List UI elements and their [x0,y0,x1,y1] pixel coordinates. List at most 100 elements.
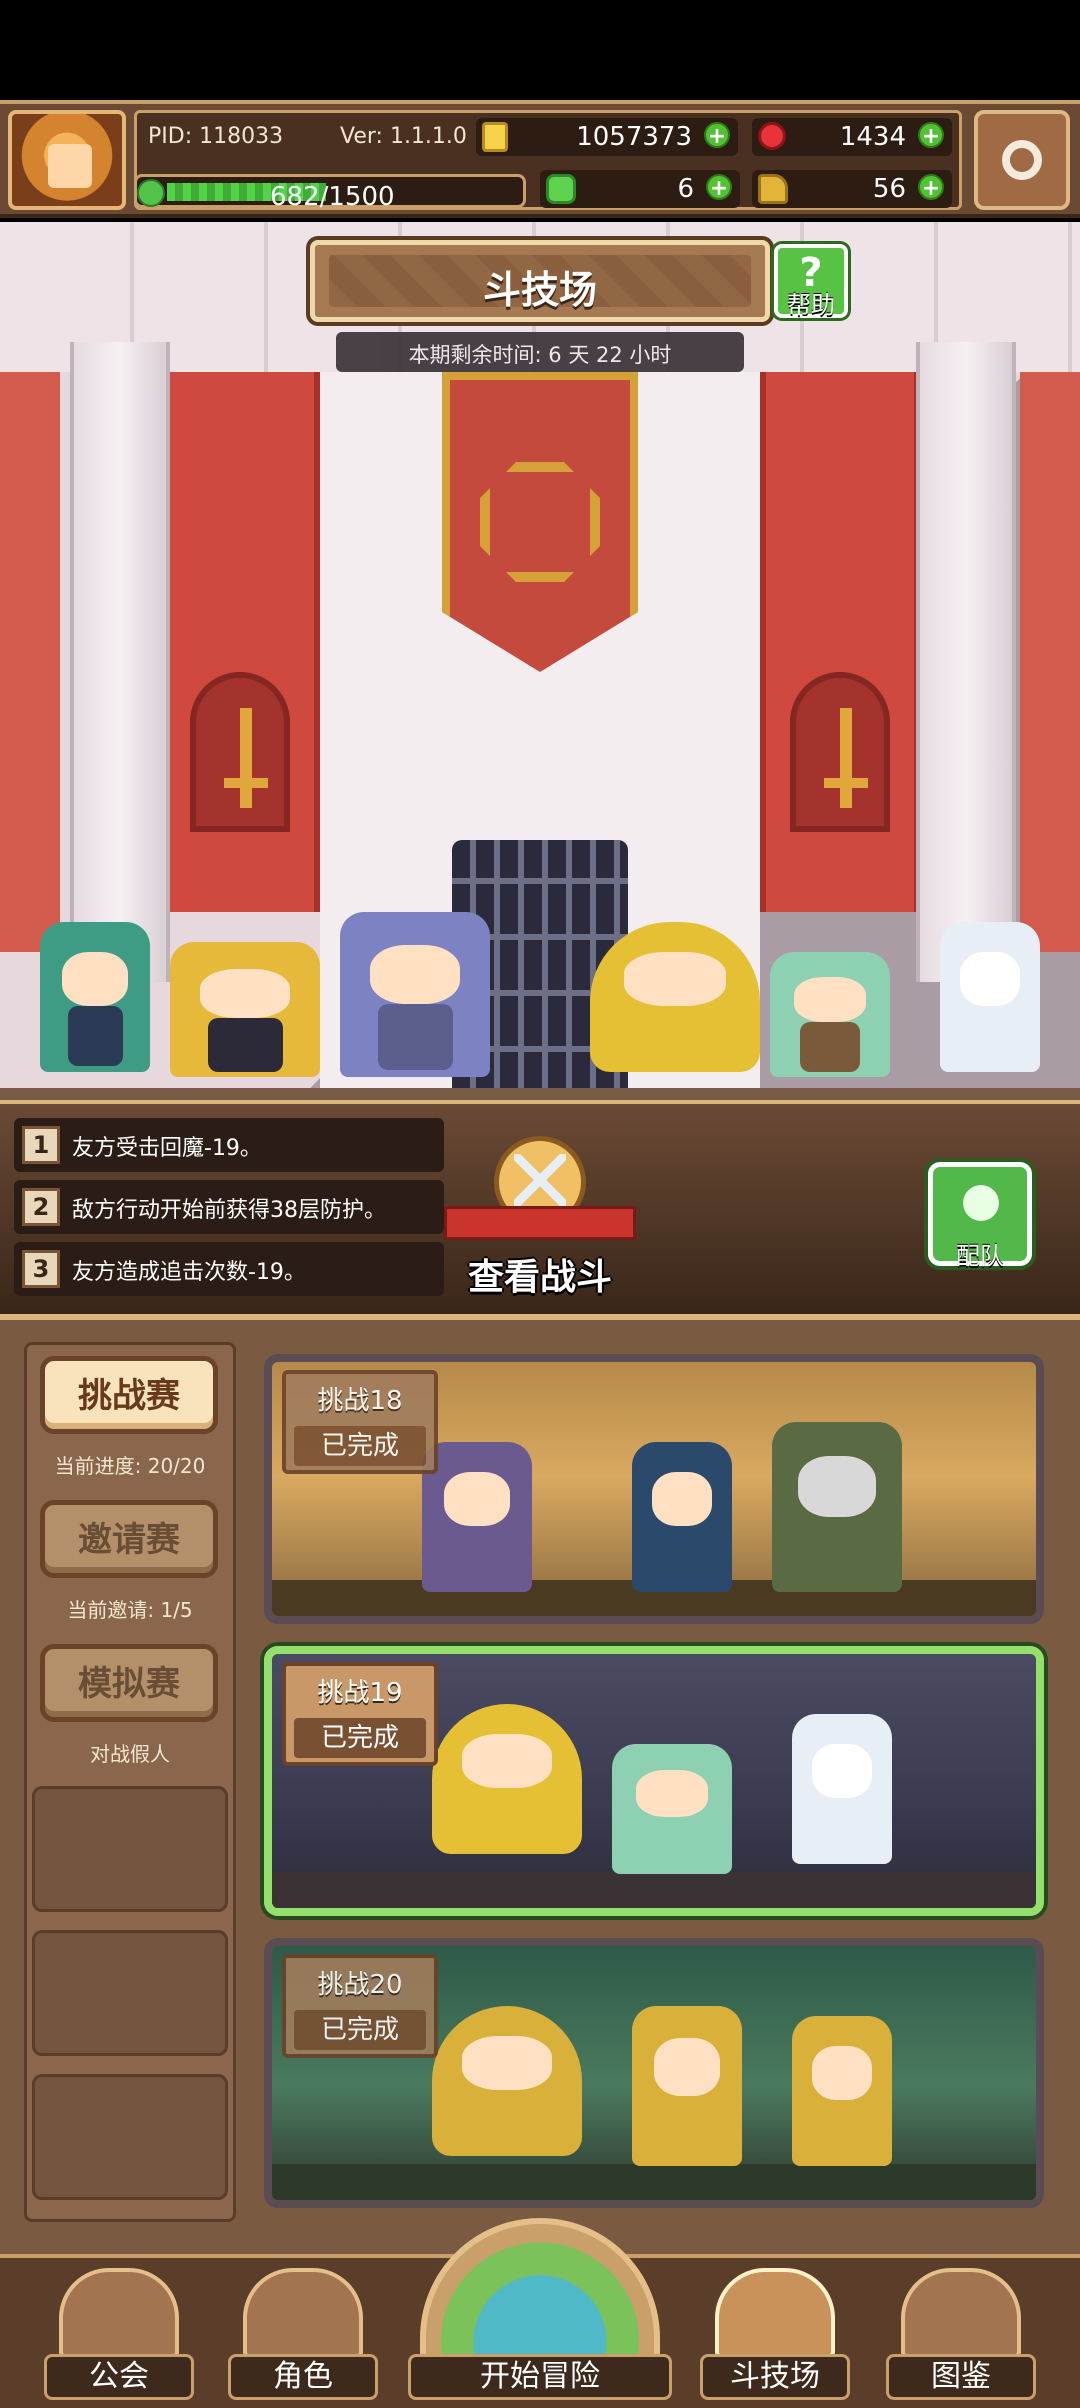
hero-head [624,952,726,1006]
hero-sprite-ally-1 [40,922,150,1072]
status-bar [0,0,1080,100]
rule-text: 友方受击回魔-19。 [72,1136,262,1161]
enemy-sprite [612,1744,732,1874]
settings-button[interactable] [974,110,1070,210]
help-button[interactable]: ? 帮助 [774,244,848,319]
challenge-tag: 挑战18 已完成 [282,1370,438,1474]
energy-leaf-icon [137,179,165,207]
challenge-status: 已完成 [294,1426,426,1466]
hero-sprite-enemy-1 [590,922,760,1072]
player-id: PID: 118033 [148,124,284,149]
sword-niche-right [790,672,890,832]
challenge-status: 已完成 [294,2010,426,2050]
simulation-mode-button[interactable]: 模拟赛 [40,1644,218,1722]
page-title: 斗技场 [482,268,597,312]
top-header: PID: 118033 Ver: 1.1.1.0 1057373 + 1434 … [0,100,1080,218]
rule-item: 1 友方受击回魔-19。 [14,1118,444,1172]
sword-icon [240,708,252,808]
view-battle-label: 查看战斗 [467,1257,612,1298]
hero-body [67,1006,123,1066]
challenge-tag: 挑战19 已完成 [282,1662,438,1766]
challenge-card[interactable]: 挑战19 已完成 [264,1646,1044,1916]
arena-scene: 斗技场 ? 帮助 本期剩余时间: 6 天 22 小时 [0,222,1080,1102]
nav-guild[interactable]: 公会 [44,2262,194,2408]
team-setup-button[interactable]: 配队 [928,1162,1032,1270]
clover-value: 6 [677,174,694,204]
hero-head [798,1456,876,1518]
challenge-progress: 当前进度: 20/20 [54,1454,206,1478]
challenge-title: 挑战20 [317,1970,403,2000]
hero-head [654,2038,720,2096]
rule-item: 2 敌方行动开始前获得38层防护。 [14,1180,444,1234]
octagon-emblem [480,462,600,582]
pillar [916,342,1016,982]
challenge-tag: 挑战20 已完成 [282,1954,438,2058]
red-banner-right [760,372,920,912]
nav-start-adventure[interactable]: 开始冒险 [408,2218,672,2408]
nav-character[interactable]: 角色 [228,2262,378,2408]
battle-ribbon [444,1206,636,1240]
add-gold-button[interactable]: + [704,122,730,149]
hero-sprite-ally-2 [170,942,320,1077]
enemy-sprite [632,2006,742,2166]
hero-head [812,1744,872,1798]
hero-head [794,977,866,1022]
crossed-swords-icon [514,1154,566,1206]
key-icon [758,174,788,204]
card-floor [272,1872,1036,1908]
hero-body [207,1017,283,1072]
hero-head [62,952,128,1006]
hero-head [636,1770,708,1817]
enemy-sprite [772,1422,902,1592]
crossed-swords-icon [715,2268,835,2358]
nav-arena[interactable]: 斗技场 [700,2262,850,2408]
add-key-button[interactable]: + [918,174,944,201]
red-wall-left [0,372,60,952]
gear-icon [1002,140,1042,180]
sword-guard [224,778,268,788]
character-icon [243,2268,363,2358]
simulation-subtitle: 对战假人 [90,1742,170,1766]
red-wall-right [1020,372,1080,952]
gold-counter: 1057373 + [476,118,738,156]
hero-head [444,1472,510,1526]
book-icon [901,2268,1021,2358]
avatar-face [48,144,92,188]
player-avatar[interactable] [8,110,126,210]
invite-progress: 当前邀请: 1/5 [67,1598,193,1622]
rule-item: 3 友方造成追击次数-19。 [14,1242,444,1296]
challenge-status: 已完成 [294,1718,426,1758]
gold-value: 1057373 [576,122,692,152]
enemy-sprite [432,2006,582,2156]
sword-niche-left [190,672,290,832]
guild-house-icon [59,2268,179,2358]
hero-head [370,945,460,1005]
challenge-title: 挑战18 [317,1386,403,1416]
sword-icon [840,708,852,808]
title-plaque: 斗技场 [310,240,770,322]
hero-head [812,2046,872,2100]
hero-head [200,969,290,1018]
enemy-sprite [422,1442,532,1592]
challenge-mode-button[interactable]: 挑战赛 [40,1356,218,1434]
key-counter: 56 + [752,170,952,208]
view-battle-button[interactable]: 查看战斗 [444,1136,636,1300]
nav-codex-label: 图鉴 [886,2354,1036,2400]
red-banner-left [160,372,320,912]
key-value: 56 [872,174,906,204]
hero-head [462,1734,552,1788]
invite-mode-button[interactable]: 邀请赛 [40,1500,218,1578]
enemy-sprite [432,1704,582,1854]
challenge-card[interactable]: 挑战20 已完成 [264,1938,1044,2208]
add-gem-button[interactable]: + [918,122,944,149]
add-clover-button[interactable]: + [706,174,732,201]
hero-sprite-enemy-2 [770,952,890,1077]
card-floor [272,2164,1036,2200]
gold-coin-icon [482,122,508,152]
empty-slot [32,1786,228,1912]
nav-codex[interactable]: 图鉴 [886,2262,1036,2408]
challenge-card[interactable]: 挑战18 已完成 [264,1354,1044,1624]
nav-character-label: 角色 [228,2354,378,2400]
team-icon [963,1185,999,1221]
hero-body [377,1004,453,1071]
